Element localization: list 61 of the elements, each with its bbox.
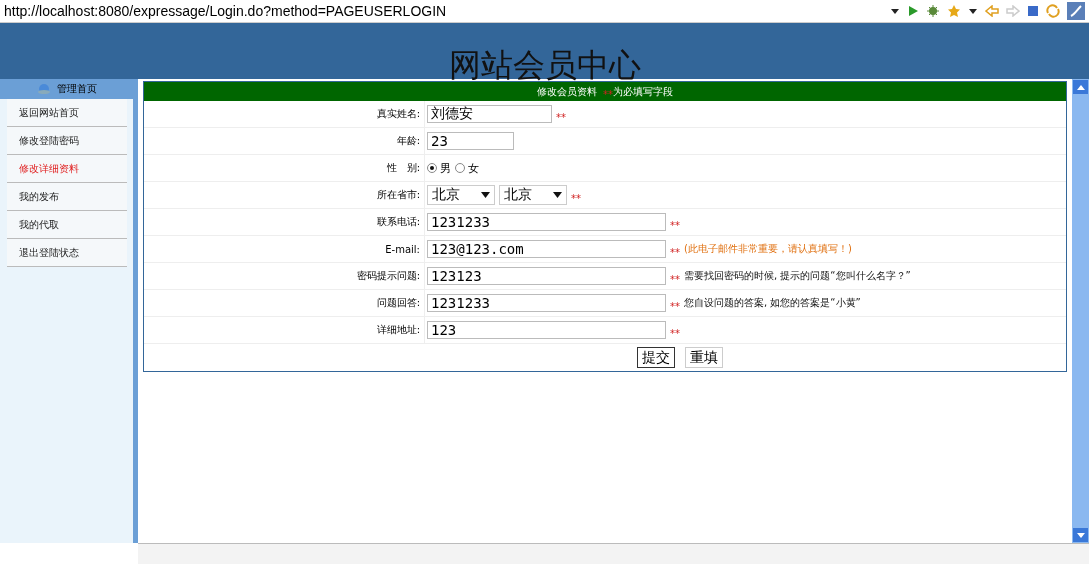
field-hint: (此电子邮件非常重要，请认真填写！) — [684, 242, 852, 256]
site-title: 网站会员中心 — [448, 49, 641, 81]
required-mark: ** — [670, 300, 680, 312]
sidebar-item[interactable]: 修改详细资料 — [6, 155, 127, 183]
field-label: 年龄: — [396, 134, 420, 148]
radio-label: 男 — [440, 160, 451, 176]
sidebar-item[interactable]: 退出登陆状态 — [6, 239, 127, 267]
scroll-up-icon[interactable] — [1076, 84, 1085, 90]
field-label: 联系电话: — [376, 215, 420, 229]
sidebar-item[interactable]: 我的代取 — [6, 211, 127, 239]
url-text[interactable]: http://localhost:8080/expressage/Login.do?method=PAGEUSERLOGIN — [4, 3, 883, 19]
caret-icon — [553, 192, 562, 198]
input-field[interactable]: 123123 — [427, 267, 666, 285]
field-hint: 需要找回密码的时候, 提示的问题“您叫什么名字？” — [684, 269, 911, 283]
required-mark: ** — [571, 192, 581, 204]
required-mark: ** — [556, 111, 566, 123]
reset-button[interactable]: 重填 — [685, 347, 723, 368]
required-note: 为必填写字段 — [613, 84, 673, 99]
required-mark: ** — [670, 246, 680, 258]
stop-icon[interactable] — [1027, 5, 1039, 17]
app-icon[interactable] — [1067, 2, 1085, 20]
required-mark: ** — [603, 89, 613, 100]
field-label: 所在省市: — [376, 188, 420, 202]
sidebar-item[interactable]: 返回网站首页 — [6, 99, 127, 127]
submit-button[interactable]: 提交 — [637, 347, 675, 368]
scrollbar[interactable] — [1072, 79, 1089, 543]
globe-icon — [36, 83, 51, 95]
input-field[interactable]: 23 — [427, 132, 514, 150]
bug-icon[interactable] — [926, 4, 940, 18]
radio-button[interactable] — [427, 163, 437, 173]
sidebar-item[interactable]: 我的发布 — [6, 183, 127, 211]
radio-button[interactable] — [455, 163, 465, 173]
input-field[interactable]: 1231233 — [427, 213, 666, 231]
field-hint: 您自设问题的答案, 如您的答案是“小黄” — [684, 296, 861, 310]
input-field[interactable]: 1231233 — [427, 294, 666, 312]
form-title: 修改会员资料 — [537, 84, 597, 99]
input-field[interactable]: 123 — [427, 321, 666, 339]
star-icon[interactable] — [947, 4, 961, 18]
refresh-icon[interactable] — [1046, 4, 1060, 18]
field-label: E-mail: — [385, 243, 420, 255]
required-mark: ** — [670, 219, 680, 231]
field-label: 密码提示问题: — [356, 269, 420, 283]
field-label: 性 别: — [386, 161, 420, 175]
field-label: 真实姓名: — [376, 107, 420, 121]
back-arrow-icon[interactable] — [985, 5, 999, 17]
input-field[interactable]: 刘德安 — [427, 105, 552, 123]
field-label: 问题回答: — [376, 296, 420, 310]
play-icon[interactable] — [907, 5, 919, 17]
field-label: 详细地址: — [376, 323, 420, 337]
required-mark: ** — [670, 273, 680, 285]
input-field[interactable]: 123@123.com — [427, 240, 666, 258]
scroll-down-icon[interactable] — [1076, 532, 1085, 538]
caret-icon — [481, 192, 490, 198]
dropdown-caret-icon[interactable] — [890, 6, 900, 16]
select-dropdown[interactable]: 北京 — [499, 185, 567, 205]
select-dropdown[interactable]: 北京 — [427, 185, 495, 205]
sidebar-title: 管理首页 — [56, 82, 97, 96]
dropdown-caret-icon[interactable] — [968, 6, 978, 16]
sidebar-item[interactable]: 修改登陆密码 — [6, 127, 127, 155]
radio-label: 女 — [468, 160, 479, 176]
required-mark: ** — [670, 327, 680, 339]
